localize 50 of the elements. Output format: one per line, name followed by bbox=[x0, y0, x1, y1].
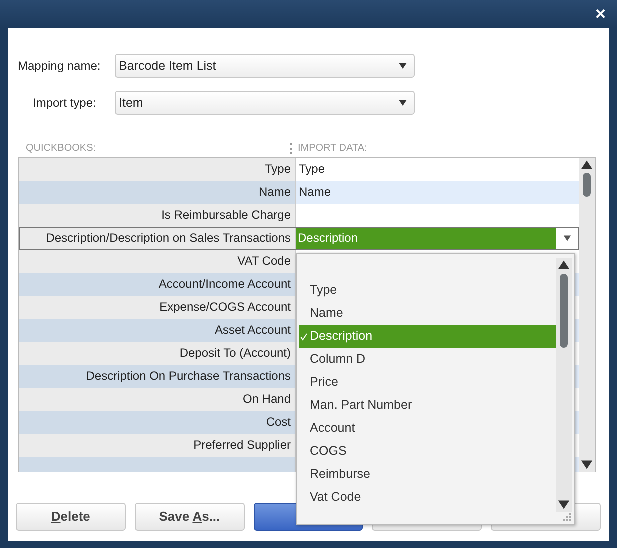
close-button[interactable]: × bbox=[592, 5, 609, 23]
column-header: IMPORT DATA: bbox=[298, 142, 368, 156]
field-cell: Expense/COGS Account bbox=[19, 296, 296, 319]
field-cell: Name bbox=[19, 181, 296, 204]
field-cell: Type bbox=[19, 158, 296, 181]
resize-grip-icon[interactable] bbox=[563, 513, 571, 521]
caret-icon[interactable] bbox=[562, 234, 572, 243]
menu-option[interactable]: Vat Code bbox=[299, 486, 556, 509]
scroll-down-icon[interactable] bbox=[557, 498, 571, 512]
scroll-thumb[interactable] bbox=[583, 173, 591, 197]
field-cell: Is Reimbursable Charge bbox=[19, 204, 296, 227]
menu-option[interactable]: Price bbox=[299, 371, 556, 394]
dropdown-field[interactable]: Barcode Item List bbox=[115, 54, 415, 78]
check-icon bbox=[300, 333, 308, 341]
mapping-row[interactable]: Is Reimbursable Charge bbox=[19, 204, 579, 227]
action-button[interactable]: Delete bbox=[16, 503, 126, 531]
field-label: Import type: bbox=[32, 95, 98, 112]
menu-option[interactable]: Type bbox=[299, 279, 556, 302]
field-cell: Asset Account bbox=[19, 319, 296, 342]
menu-option[interactable]: Reimburse bbox=[299, 463, 556, 486]
mapping-row[interactable]: Type Type bbox=[19, 158, 579, 181]
field-cell: VAT Code bbox=[19, 250, 296, 273]
scrollbar[interactable] bbox=[556, 258, 572, 512]
field-cell: Description/Description on Sales Transactions bbox=[19, 227, 296, 250]
scrollbar[interactable] bbox=[579, 158, 595, 472]
field-cell: Cost bbox=[19, 411, 296, 434]
column-divider-icon bbox=[290, 142, 292, 154]
field-cell: On Hand bbox=[19, 388, 296, 411]
menu-option[interactable]: COGS bbox=[299, 440, 556, 463]
dropdown-field[interactable]: Item bbox=[115, 91, 415, 115]
action-button[interactable]: Save As... bbox=[134, 503, 245, 531]
scroll-down-icon[interactable] bbox=[580, 458, 594, 472]
field-label: Mapping name: bbox=[18, 58, 102, 75]
caret-icon[interactable] bbox=[398, 98, 408, 108]
field-cell: Preferred Supplier bbox=[19, 434, 296, 457]
menu-option[interactable]: Account bbox=[299, 417, 556, 440]
field-cell: Description On Purchase Transactions bbox=[19, 365, 296, 388]
value-cell: Name bbox=[296, 181, 579, 204]
field-cell: Account/Income Account bbox=[19, 273, 296, 296]
menu-option[interactable]: Name bbox=[299, 302, 556, 325]
selected-mapping-row[interactable]: Description/Description on Sales Transactions Description bbox=[19, 227, 579, 250]
menu-option[interactable]: Description bbox=[299, 325, 556, 348]
menu-option[interactable]: Column D bbox=[299, 348, 556, 371]
caret-icon[interactable] bbox=[398, 61, 408, 71]
menu-option[interactable]: Man. Part Number bbox=[299, 394, 556, 417]
column-header: QUICKBOOKS: bbox=[26, 142, 98, 156]
field-cell: Deposit To (Account) bbox=[19, 342, 296, 365]
mapping-row[interactable]: Name Name bbox=[19, 181, 579, 204]
scroll-thumb[interactable] bbox=[560, 274, 568, 348]
scroll-up-icon[interactable] bbox=[580, 158, 594, 172]
